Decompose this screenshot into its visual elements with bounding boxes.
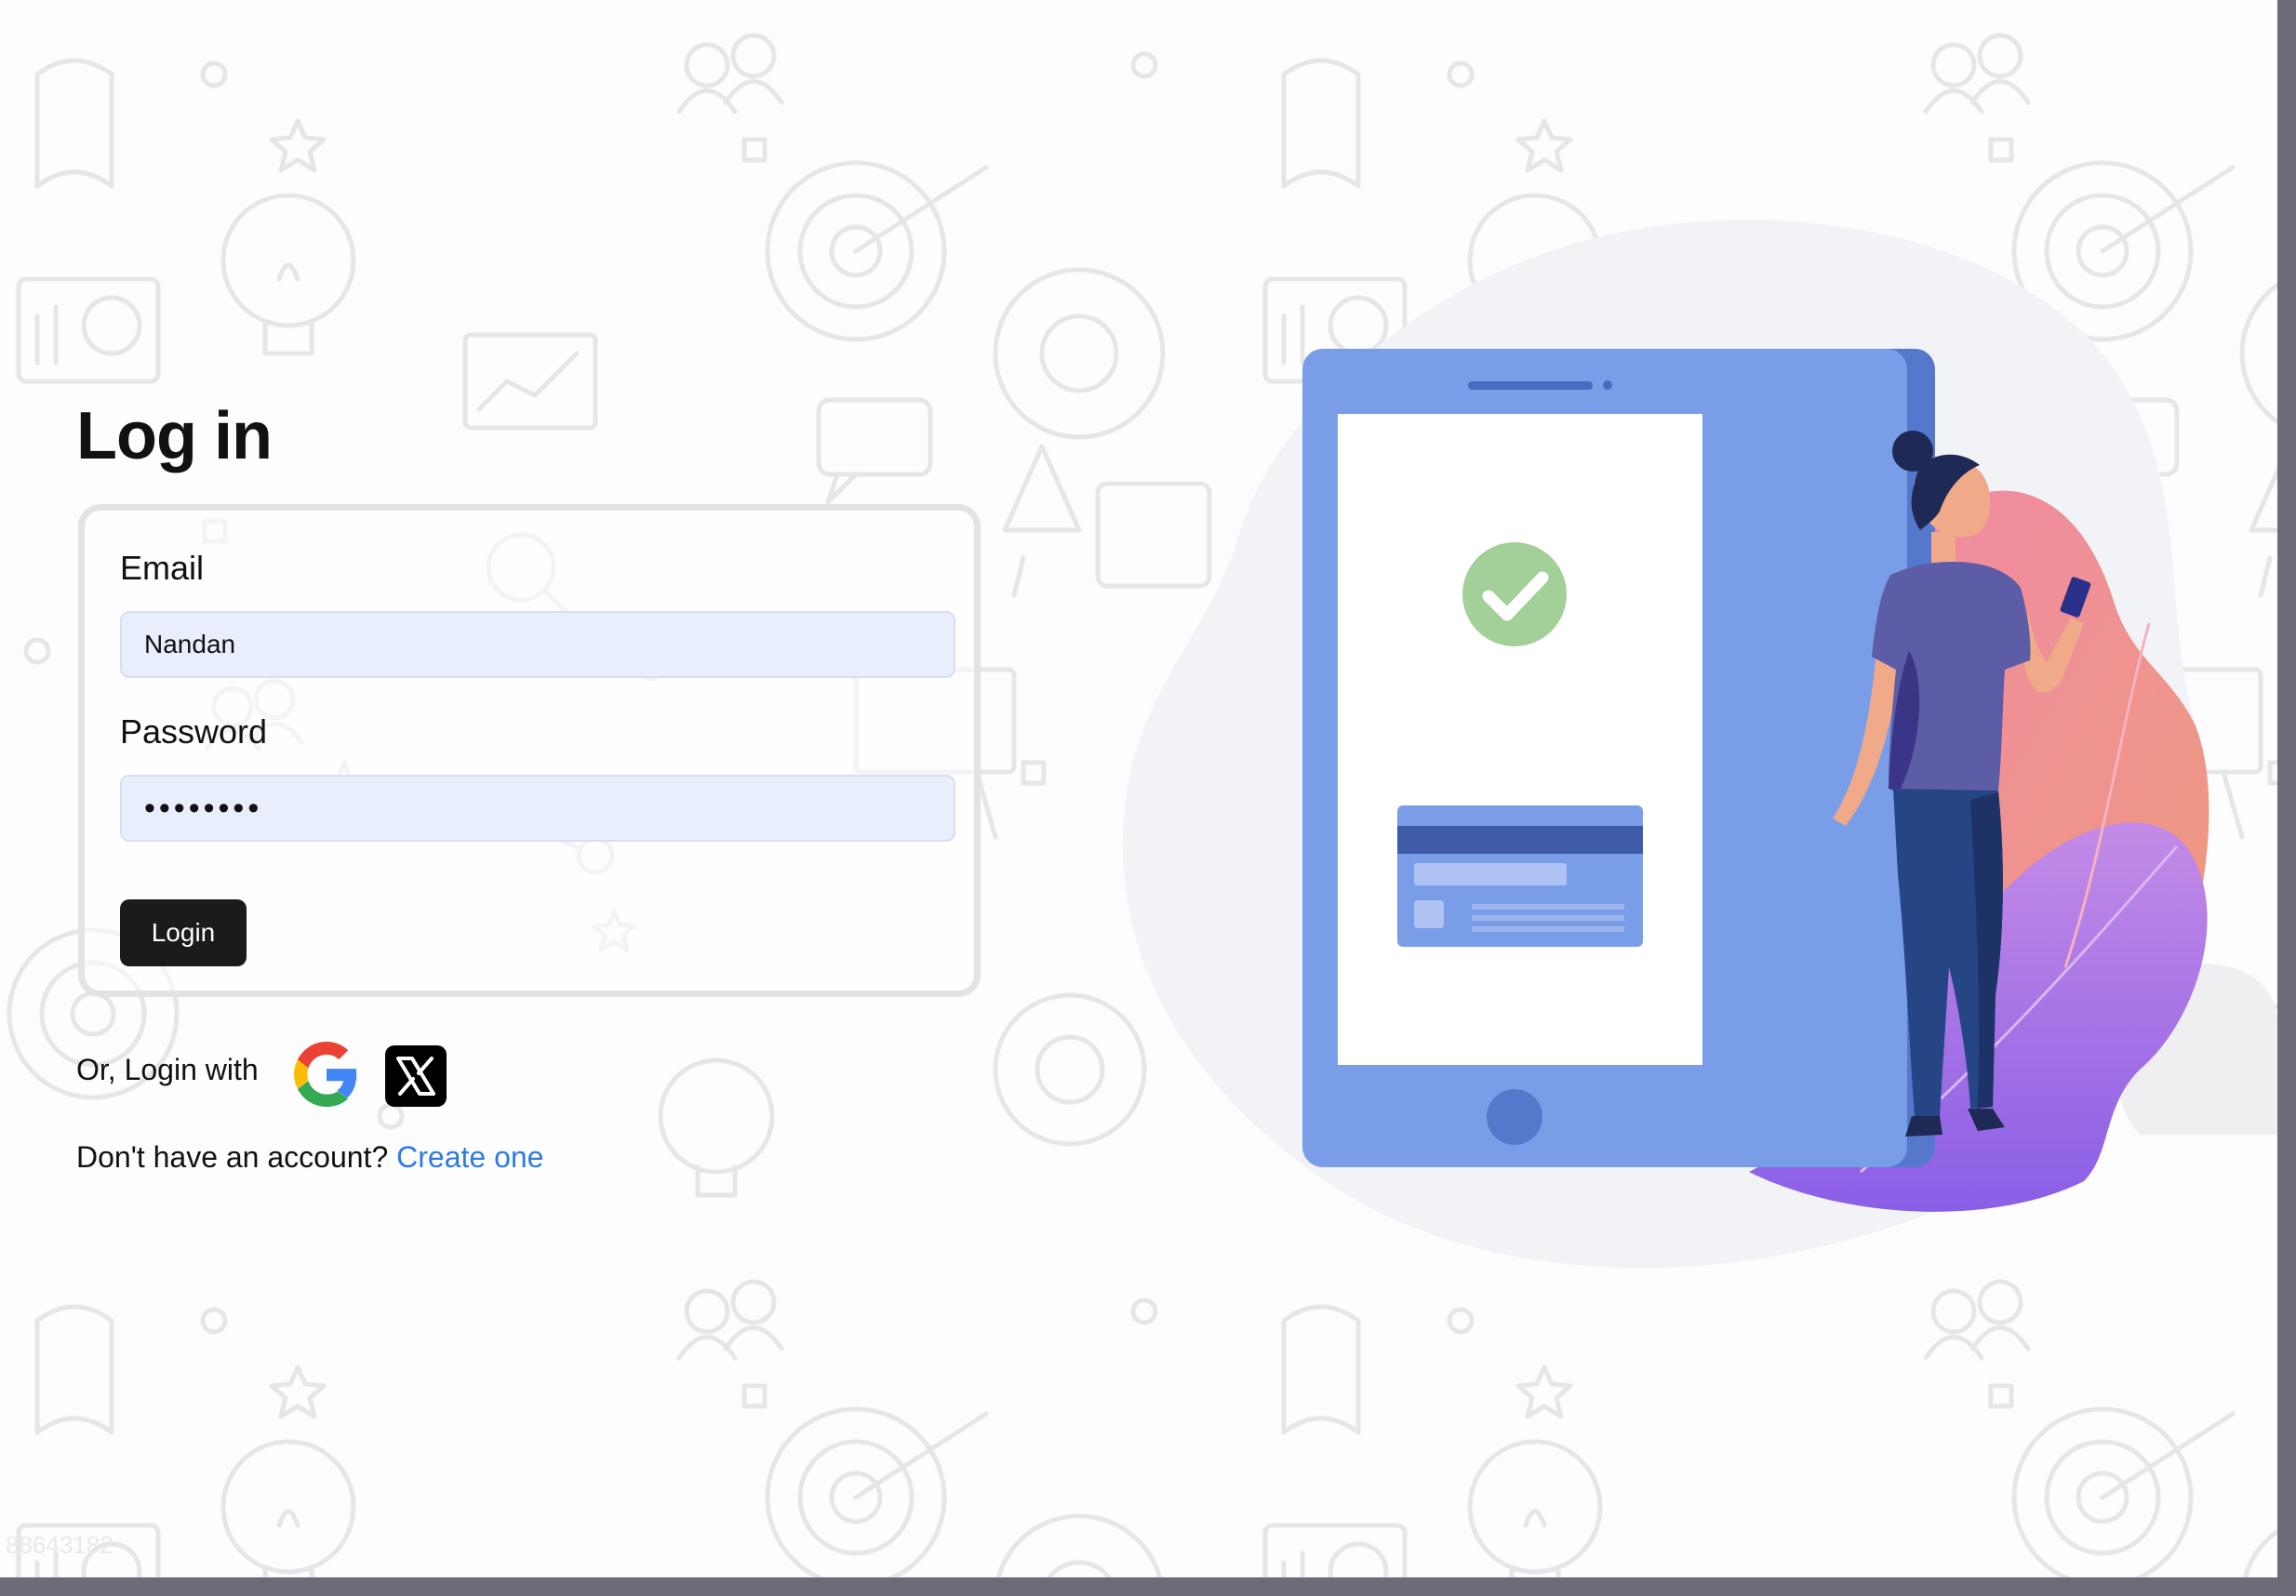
email-field[interactable] bbox=[120, 611, 955, 678]
x-icon bbox=[396, 1057, 435, 1096]
check-circle-icon bbox=[1462, 542, 1567, 646]
signup-prompt: Don't have an account? bbox=[76, 1140, 389, 1174]
google-login-button[interactable] bbox=[294, 1042, 359, 1107]
password-field[interactable] bbox=[120, 775, 955, 842]
corner-watermark: 88643182 bbox=[6, 1531, 113, 1559]
login-page: Log in Email Password Login Or, Login wi… bbox=[0, 0, 2277, 1577]
phone-screen bbox=[1338, 414, 1702, 1065]
x-login-button[interactable] bbox=[385, 1045, 447, 1107]
page-title: Log in bbox=[76, 399, 273, 473]
alt-login-label: Or, Login with bbox=[76, 1053, 259, 1086]
email-label: Email bbox=[120, 549, 205, 587]
google-icon bbox=[294, 1042, 357, 1107]
login-button[interactable]: Login bbox=[120, 899, 247, 966]
create-account-link[interactable]: Create one bbox=[396, 1140, 543, 1174]
password-label: Password bbox=[120, 712, 268, 751]
login-illustration bbox=[1122, 219, 2277, 1269]
signup-row: Don't have an account? Create one bbox=[76, 1138, 543, 1176]
login-form: Email Password Login bbox=[78, 504, 981, 997]
phone-home-button bbox=[1487, 1089, 1542, 1145]
